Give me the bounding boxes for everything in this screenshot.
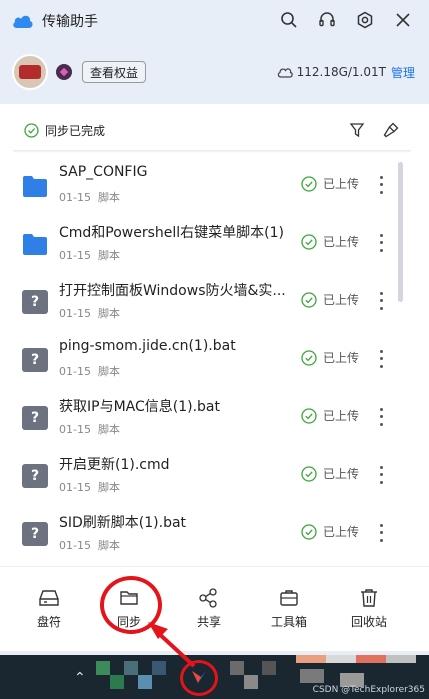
annotation-arrow [148, 622, 196, 668]
transfer-assistant-window: 传输助手 查看权益 112.18G/1.01T 管理 同步已完成 SAP_CON… [0, 0, 429, 699]
